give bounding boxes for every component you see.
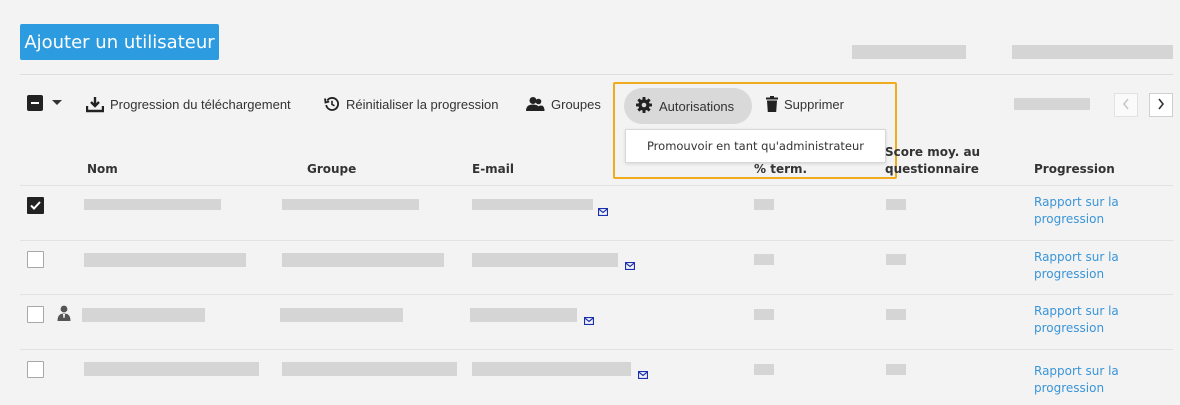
progress-report-link-line1: Rapport sur la — [1034, 195, 1119, 209]
progress-report-link-line2: progression — [1034, 321, 1105, 335]
progress-report-link[interactable]: Rapport sur la progression — [1034, 303, 1119, 337]
column-header-group[interactable]: Groupe — [307, 161, 356, 178]
email-placeholder — [472, 253, 618, 267]
column-header-completion-line1 — [754, 144, 807, 161]
divider — [20, 74, 1173, 75]
delete-label: Supprimer — [784, 96, 844, 112]
previous-page-button[interactable] — [1114, 93, 1138, 117]
completion-placeholder — [754, 309, 774, 320]
add-user-button[interactable]: Ajouter un utilisateur — [20, 24, 219, 60]
download-progress-button[interactable]: Progression du téléchargement — [86, 96, 291, 113]
header-divider — [20, 185, 1173, 186]
name-placeholder — [84, 362, 259, 376]
name-placeholder — [84, 199, 221, 210]
delete-button[interactable]: Supprimer — [766, 96, 844, 112]
score-placeholder — [886, 364, 906, 375]
email-placeholder — [472, 199, 593, 210]
download-progress-label: Progression du téléchargement — [110, 97, 291, 112]
group-placeholder — [282, 253, 444, 267]
progress-report-link[interactable]: Rapport sur la progression — [1034, 249, 1119, 283]
progress-report-link[interactable]: Rapport sur la progression — [1034, 363, 1119, 397]
row-divider — [20, 349, 1173, 350]
progress-report-link-line1: Rapport sur la — [1034, 304, 1119, 318]
mail-icon[interactable] — [583, 312, 595, 330]
column-header-email[interactable]: E-mail — [472, 161, 514, 178]
admin-user-icon — [57, 305, 71, 326]
progress-report-link[interactable]: Rapport sur la progression — [1034, 194, 1119, 228]
reset-progress-label: Réinitialiser la progression — [346, 96, 499, 112]
row-checkbox[interactable] — [27, 361, 44, 378]
column-header-quiz-score[interactable]: Score moy. au questionnaire — [885, 144, 980, 178]
mail-icon[interactable] — [597, 203, 609, 221]
column-header-completion-line2: % term. — [754, 162, 808, 176]
row-checkbox[interactable] — [27, 197, 44, 214]
completion-placeholder — [754, 199, 774, 210]
groups-button[interactable]: Groupes — [525, 96, 601, 112]
progress-report-link-line2: progression — [1034, 381, 1105, 395]
select-all-checkbox[interactable] — [27, 95, 43, 111]
group-placeholder — [282, 199, 419, 210]
checkmark-icon — [30, 197, 41, 215]
placeholder-bar — [852, 45, 966, 59]
group-placeholder — [280, 308, 403, 322]
mail-icon[interactable] — [637, 366, 649, 384]
name-placeholder — [82, 308, 205, 322]
score-placeholder — [886, 254, 906, 265]
column-header-name[interactable]: Nom — [87, 161, 118, 178]
chevron-right-icon — [1157, 98, 1165, 113]
score-placeholder — [886, 199, 906, 210]
row-checkbox[interactable] — [27, 306, 44, 323]
email-placeholder — [472, 362, 631, 376]
gear-icon — [636, 96, 652, 116]
row-divider — [20, 240, 1173, 241]
row-divider — [20, 294, 1173, 295]
placeholder-bar — [1014, 98, 1090, 110]
chevron-left-icon — [1122, 98, 1130, 113]
progress-report-link-line2: progression — [1034, 267, 1105, 281]
group-placeholder — [282, 362, 457, 376]
score-placeholder — [886, 309, 906, 320]
chevron-down-icon[interactable] — [52, 100, 62, 105]
column-header-completion[interactable]: % term. — [754, 144, 807, 178]
permissions-label: Autorisations — [659, 98, 735, 114]
trash-icon — [766, 96, 778, 112]
mail-icon[interactable] — [624, 257, 636, 275]
reset-progress-button[interactable]: Réinitialiser la progression — [324, 96, 498, 112]
placeholder-bar — [1012, 45, 1173, 59]
column-header-progress[interactable]: Progression — [1034, 161, 1115, 178]
completion-placeholder — [754, 254, 774, 265]
progress-report-link-line1: Rapport sur la — [1034, 250, 1119, 264]
reset-history-icon — [324, 96, 340, 112]
column-header-quiz-score-line2: questionnaire — [885, 162, 979, 176]
progress-report-link-line2: progression — [1034, 212, 1105, 226]
groups-icon — [525, 96, 545, 112]
completion-placeholder — [754, 364, 774, 375]
email-placeholder — [470, 308, 577, 322]
row-checkbox[interactable] — [27, 251, 44, 268]
column-header-quiz-score-line1: Score moy. au — [885, 145, 981, 159]
progress-report-link-line1: Rapport sur la — [1034, 364, 1119, 378]
permissions-button[interactable]: Autorisations — [624, 88, 752, 124]
groups-label: Groupes — [551, 96, 601, 112]
next-page-button[interactable] — [1149, 93, 1173, 117]
name-placeholder — [84, 253, 246, 267]
download-icon — [86, 96, 104, 113]
